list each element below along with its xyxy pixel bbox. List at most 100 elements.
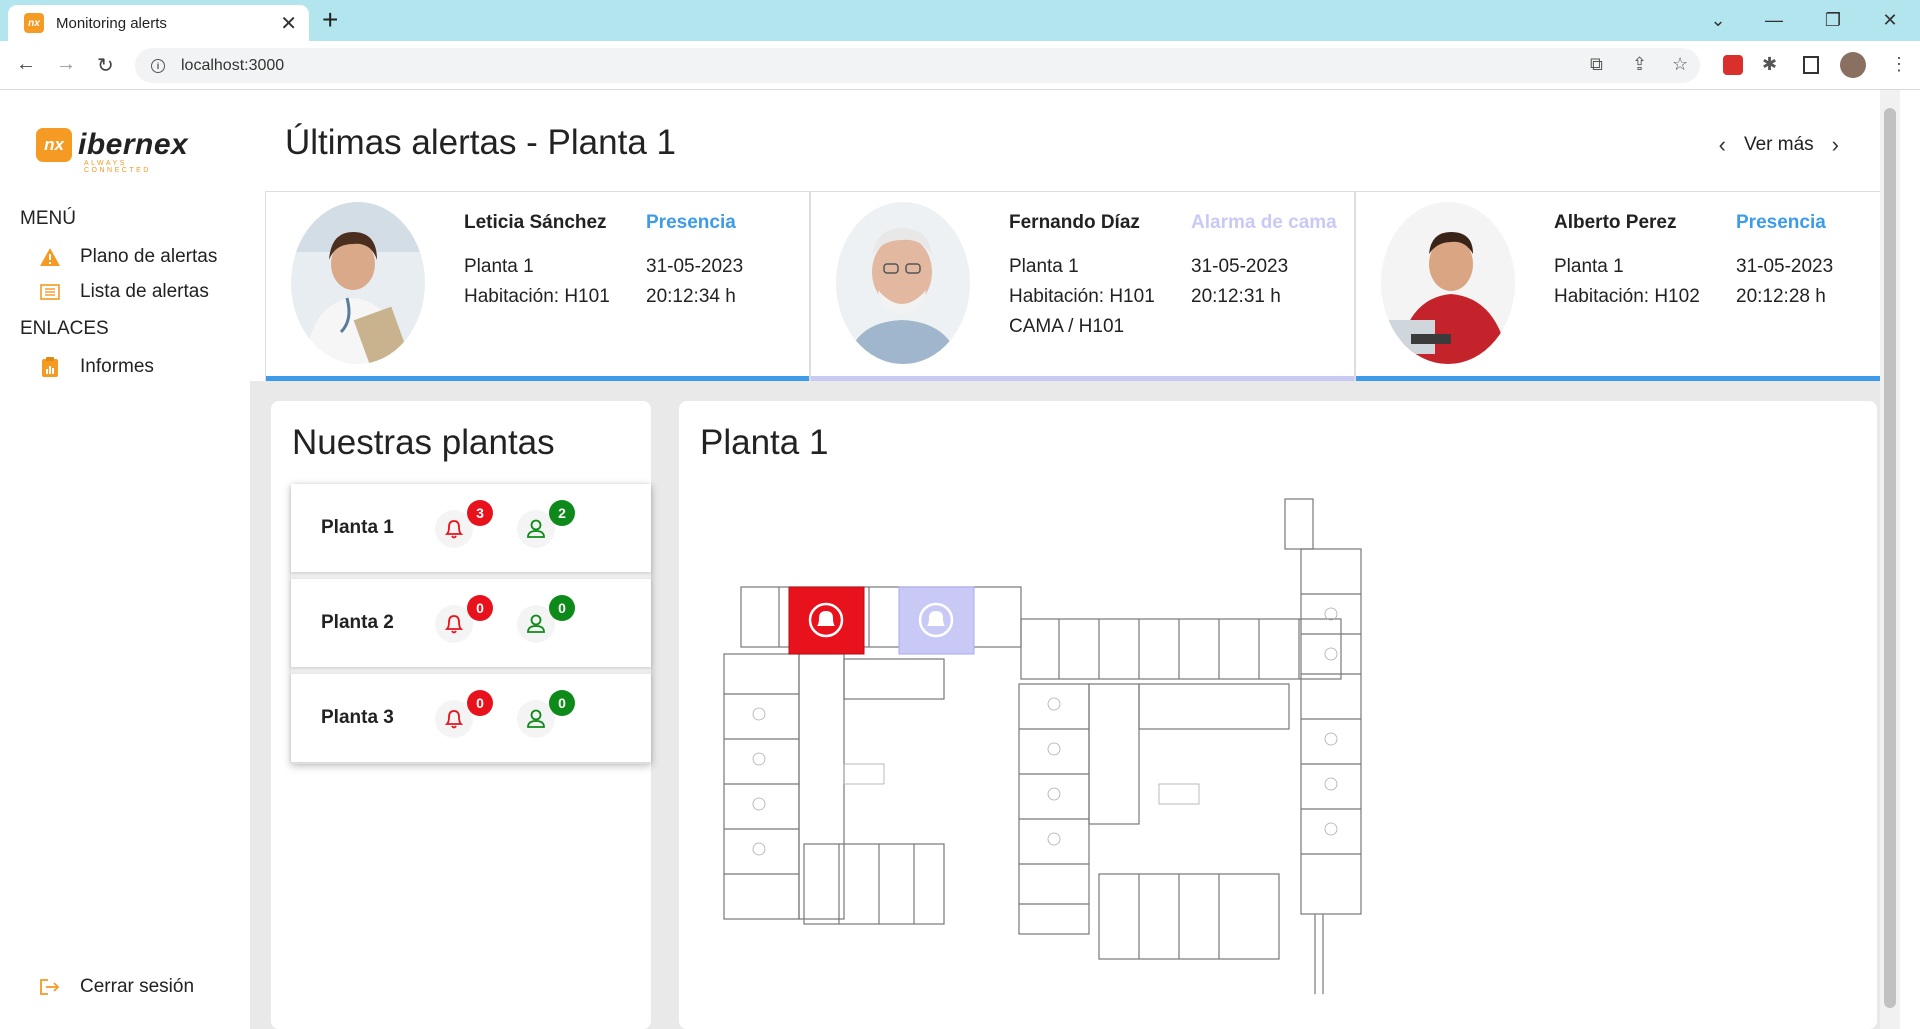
warning-icon xyxy=(38,245,62,269)
back-icon[interactable]: ← xyxy=(16,53,36,76)
extension-icon[interactable] xyxy=(1723,55,1743,75)
sidebar-item-lista-alertas[interactable]: Lista de alertas xyxy=(38,280,209,304)
latest-alerts-row: Leticia Sánchez Presencia Planta 1 Habit… xyxy=(265,191,1900,382)
alert-date: 31-05-2023 xyxy=(1736,256,1834,277)
avatar xyxy=(1381,202,1515,364)
list-item-planta-3[interactable]: Planta 3 0 0 xyxy=(291,674,651,762)
plant-name: Planta 3 xyxy=(321,707,394,728)
plant-name: Planta 2 xyxy=(321,612,394,633)
share-icon[interactable]: ⇪ xyxy=(1632,54,1647,75)
plants-panel-title: Nuestras plantas xyxy=(292,423,555,462)
sidebar-item-informes[interactable]: Informes xyxy=(38,355,154,379)
alert-room: Habitación: H101 xyxy=(1009,286,1155,307)
alert-time: 20:12:31 h xyxy=(1191,286,1281,307)
logout-icon xyxy=(38,975,62,999)
alert-card[interactable]: Leticia Sánchez Presencia Planta 1 Habit… xyxy=(265,192,810,382)
see-more-link[interactable]: Ver más xyxy=(1744,134,1814,156)
logo-tagline: ALWAYS CONNECTED xyxy=(84,160,151,174)
report-icon xyxy=(38,355,62,379)
menu-dots-icon[interactable]: ⋮ xyxy=(1890,54,1908,75)
bell-icon[interactable]: 0 xyxy=(435,690,493,738)
favicon-icon: nx xyxy=(24,13,44,33)
alert-time: 20:12:28 h xyxy=(1736,286,1826,307)
browser-tab-bar: nx Monitoring alerts ✕ + ⌄ — ❐ ✕ xyxy=(0,0,1920,41)
page-title: Últimas alertas - Planta 1 xyxy=(285,123,676,162)
alert-device: CAMA / H101 xyxy=(1009,316,1125,337)
scrollbar-thumb[interactable] xyxy=(1884,108,1896,1008)
profile-avatar[interactable] xyxy=(1840,52,1866,78)
alert-card[interactable]: Alberto Perez Presencia Planta 1 Habitac… xyxy=(1355,192,1900,382)
new-tab-icon[interactable]: + xyxy=(322,4,338,36)
bookmark-star-icon[interactable]: ☆ xyxy=(1672,54,1688,75)
minimize-icon[interactable]: — xyxy=(1746,0,1802,41)
close-tab-icon[interactable]: ✕ xyxy=(280,11,297,36)
alert-date: 31-05-2023 xyxy=(646,256,744,277)
user-icon[interactable]: 0 xyxy=(517,690,575,738)
vertical-scrollbar[interactable] xyxy=(1880,90,1900,1029)
logout-button[interactable]: Cerrar sesión xyxy=(38,975,194,999)
room-bed-alarm-marker[interactable] xyxy=(898,586,975,655)
patient-name: Fernando Díaz xyxy=(1009,212,1140,233)
sidebar: nx ibernex ALWAYS CONNECTED MENÚ Plano d… xyxy=(0,90,250,1029)
floor-plan xyxy=(723,498,1362,994)
alert-type: Presencia xyxy=(646,212,736,233)
alert-time: 20:12:34 h xyxy=(646,286,736,307)
floor-map-panel: Planta 1 xyxy=(679,401,1877,1029)
plant-name: Planta 1 xyxy=(321,517,394,538)
alert-room: Habitación: H101 xyxy=(464,286,610,307)
alert-card[interactable]: Fernando Díaz Alarma de cama Planta 1 Ha… xyxy=(810,192,1355,382)
more-alerts-nav: ‹ Ver más › xyxy=(1693,132,1865,158)
people-count-badge: 0 xyxy=(549,690,575,716)
alert-type: Presencia xyxy=(1736,212,1826,233)
sidebar-item-label: Plano de alertas xyxy=(80,246,218,267)
ibernex-logo: nx ibernex ALWAYS CONNECTED xyxy=(36,128,188,174)
avatar xyxy=(291,202,425,364)
tab-search-icon[interactable]: ⌄ xyxy=(1690,0,1746,41)
site-info-icon[interactable]: i xyxy=(151,58,165,73)
alert-count-badge: 0 xyxy=(467,595,493,621)
menu-header: MENÚ xyxy=(20,208,76,229)
user-icon[interactable]: 0 xyxy=(517,595,575,643)
alert-count-badge: 0 xyxy=(467,690,493,716)
tab-title: Monitoring alerts xyxy=(56,14,167,32)
room-alert-marker[interactable] xyxy=(788,586,865,655)
sidebar-item-label: Lista de alertas xyxy=(80,281,209,302)
bell-icon[interactable]: 0 xyxy=(435,595,493,643)
floor-map-title: Planta 1 xyxy=(700,423,829,462)
url-field[interactable]: i localhost:3000 xyxy=(135,48,1700,83)
bell-icon[interactable]: 3 xyxy=(435,500,493,548)
side-panel-icon[interactable] xyxy=(1803,56,1819,74)
alert-floor: Planta 1 xyxy=(1009,256,1079,277)
sidebar-item-label: Informes xyxy=(80,356,154,377)
main-content: Últimas alertas - Planta 1 ‹ Ver más › L… xyxy=(250,90,1900,1029)
logo-mark-icon: nx xyxy=(36,128,72,162)
alert-type: Alarma de cama xyxy=(1191,212,1337,233)
forward-icon[interactable]: → xyxy=(56,53,76,76)
patient-name: Alberto Perez xyxy=(1554,212,1677,233)
chevron-right-icon[interactable]: › xyxy=(1832,132,1839,158)
list-item-planta-2[interactable]: Planta 2 0 0 xyxy=(291,579,651,667)
reload-icon[interactable]: ↻ xyxy=(97,53,114,78)
links-header: ENLACES xyxy=(20,318,109,339)
browser-tab[interactable]: nx Monitoring alerts ✕ xyxy=(8,5,309,41)
user-icon[interactable]: 2 xyxy=(517,500,575,548)
address-bar-row: ← → ↻ i localhost:3000 ⧉ ⇪ ☆ ✱ ⋮ xyxy=(0,41,1920,90)
close-window-icon[interactable]: ✕ xyxy=(1862,0,1918,41)
plants-list: Planta 1 3 2 Planta 2 0 0 Planta 3 0 0 xyxy=(291,484,651,764)
url-text: localhost:3000 xyxy=(181,56,285,74)
logout-label: Cerrar sesión xyxy=(80,976,195,997)
extensions-puzzle-icon[interactable]: ✱ xyxy=(1762,54,1777,75)
list-item-planta-1[interactable]: Planta 1 3 2 xyxy=(291,484,651,572)
people-count-badge: 2 xyxy=(549,500,575,526)
patient-name: Leticia Sánchez xyxy=(464,212,607,233)
avatar xyxy=(836,202,970,364)
list-icon xyxy=(38,280,62,304)
content-area: Nuestras plantas Planta 1 3 2 Planta 2 0… xyxy=(250,381,1900,1029)
sidebar-item-plano-alertas[interactable]: Plano de alertas xyxy=(38,245,217,269)
alert-room: Habitación: H102 xyxy=(1554,286,1700,307)
plants-panel: Nuestras plantas Planta 1 3 2 Planta 2 0… xyxy=(271,401,651,1029)
translate-icon[interactable]: ⧉ xyxy=(1590,54,1603,75)
chevron-left-icon[interactable]: ‹ xyxy=(1719,132,1726,158)
maximize-icon[interactable]: ❐ xyxy=(1805,0,1861,41)
alert-date: 31-05-2023 xyxy=(1191,256,1289,277)
